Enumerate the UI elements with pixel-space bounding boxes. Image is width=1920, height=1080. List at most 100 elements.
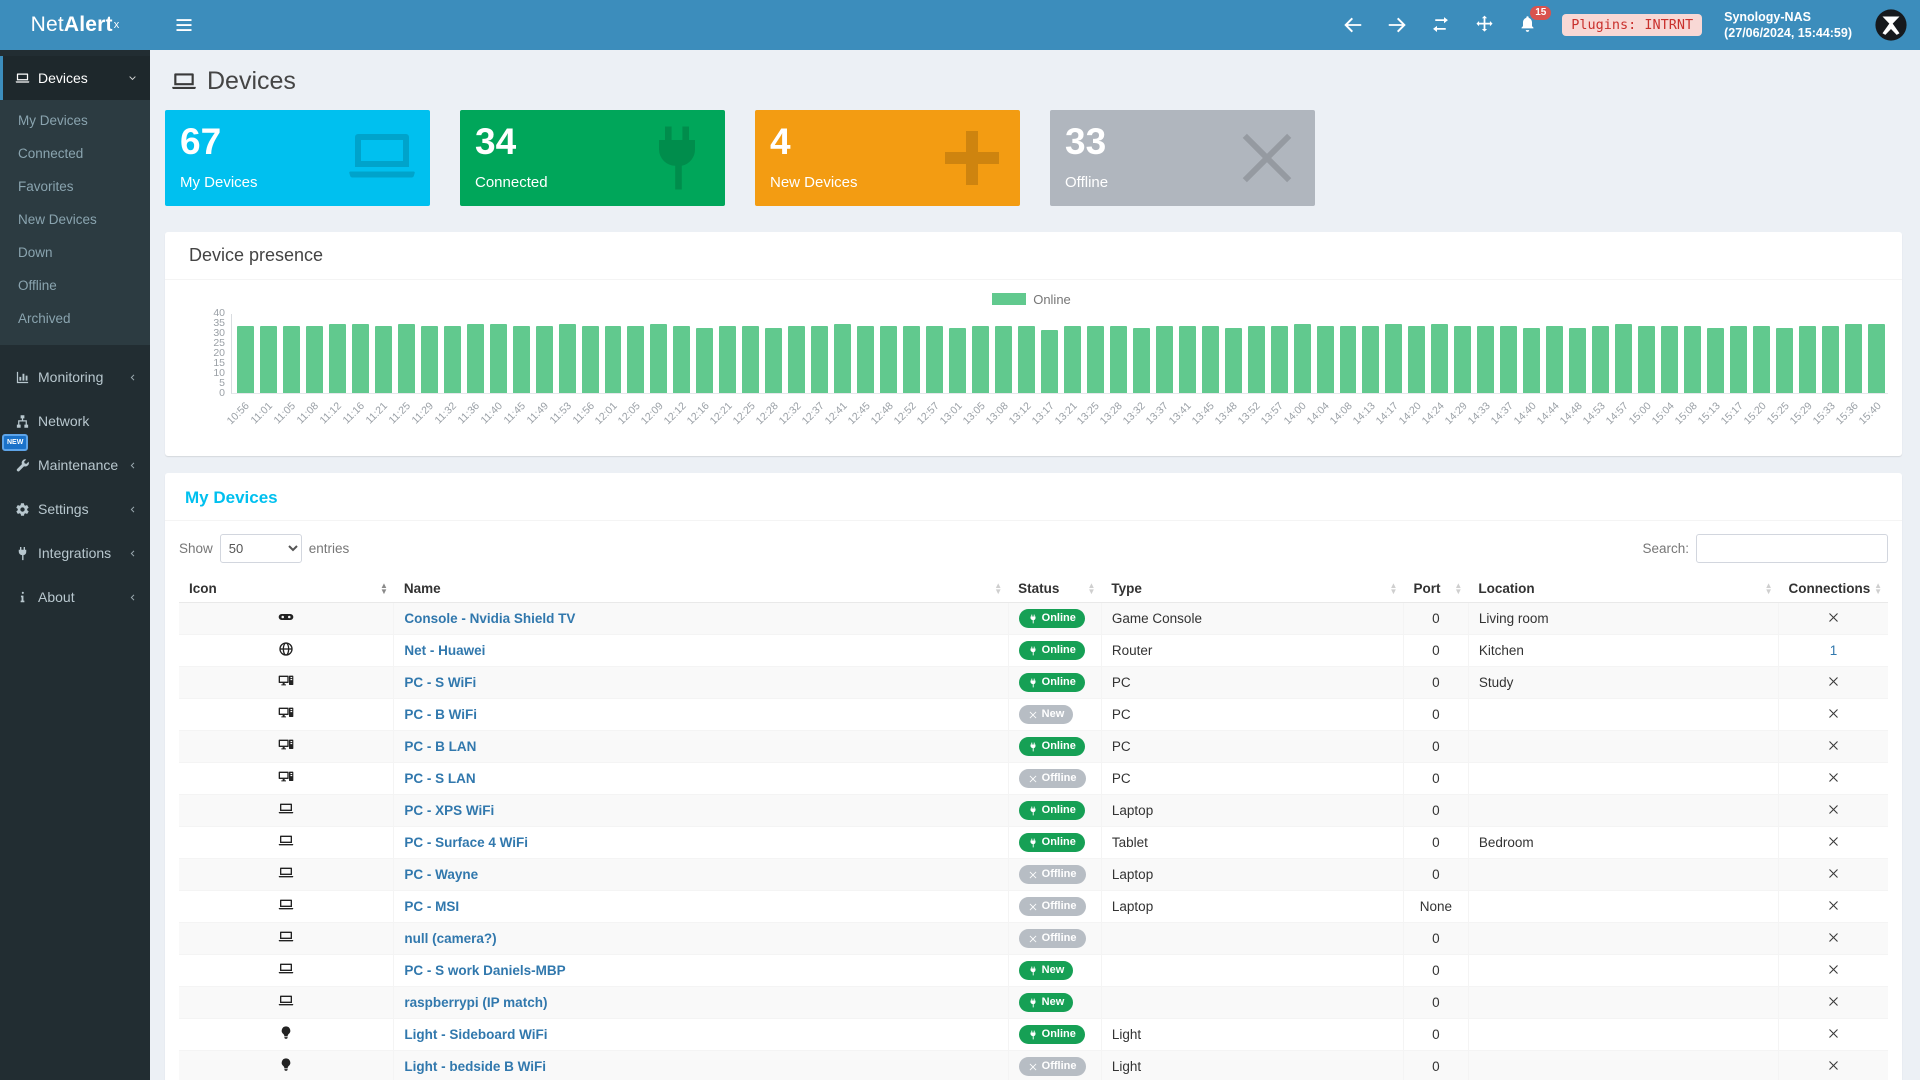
sidebar-item-integrations[interactable]: Integrations xyxy=(0,531,150,575)
chart-bar xyxy=(1179,326,1196,393)
sidebar-subitem-my-devices[interactable]: My Devices xyxy=(0,104,150,137)
connections-count-link[interactable]: 1 xyxy=(1830,643,1838,658)
plugins-status-badge[interactable]: Plugins: INTRNT xyxy=(1562,14,1702,36)
plug-icon xyxy=(1028,1030,1038,1040)
sidebar-subitem-archived[interactable]: Archived xyxy=(0,302,150,335)
device-type: Game Console xyxy=(1101,603,1403,635)
column-header-name[interactable]: Name▲▼ xyxy=(394,575,1008,603)
device-name-link[interactable]: PC - B WiFi xyxy=(404,707,477,722)
sidebar-item-about[interactable]: About xyxy=(0,575,150,619)
column-header-type[interactable]: Type▲▼ xyxy=(1101,575,1403,603)
device-name-link[interactable]: Net - Huawei xyxy=(404,643,485,658)
refresh-button[interactable] xyxy=(1430,14,1452,36)
nav-forward-button[interactable] xyxy=(1386,14,1408,36)
plug-icon xyxy=(641,122,713,194)
chart-bar xyxy=(1707,328,1724,393)
chart-bar xyxy=(605,326,622,393)
device-name-link[interactable]: PC - MSI xyxy=(404,899,459,914)
sidebar-subitem-down[interactable]: Down xyxy=(0,236,150,269)
device-type: Laptop xyxy=(1101,891,1403,923)
column-header-port[interactable]: Port▲▼ xyxy=(1403,575,1468,603)
laptop-icon xyxy=(278,929,294,945)
chart-bar xyxy=(673,326,690,393)
chevron-left-icon xyxy=(127,460,138,471)
chart-bar xyxy=(834,324,851,393)
desktop-icon xyxy=(278,673,294,689)
chart-bar xyxy=(490,324,507,393)
chart-bar xyxy=(1431,324,1448,393)
chart-bars xyxy=(231,314,1888,394)
column-header-status[interactable]: Status▲▼ xyxy=(1008,575,1101,603)
device-name-link[interactable]: PC - S LAN xyxy=(404,771,475,786)
sidebar-subitem-connected[interactable]: Connected xyxy=(0,137,150,170)
column-header-icon[interactable]: Icon▲▼ xyxy=(179,575,394,603)
sidebar-subitem-offline[interactable]: Offline xyxy=(0,269,150,302)
chart-legend[interactable]: Online xyxy=(175,288,1888,310)
chart-bar xyxy=(926,326,943,393)
summary-card-my-devices[interactable]: 67My Devices xyxy=(165,110,430,206)
device-location xyxy=(1468,731,1778,763)
desktop-icon xyxy=(278,737,294,753)
sidebar-item-monitoring[interactable]: Monitoring xyxy=(0,355,150,399)
no-connections-icon xyxy=(1827,1059,1840,1072)
nav-back-button[interactable] xyxy=(1342,14,1364,36)
page-length-select[interactable]: 50 xyxy=(220,534,302,563)
sidebar-item-settings[interactable]: Settings xyxy=(0,487,150,531)
app-logo[interactable]: NetAlertx xyxy=(0,0,150,50)
column-header-location[interactable]: Location▲▼ xyxy=(1468,575,1778,603)
device-name-link[interactable]: PC - S WiFi xyxy=(404,675,476,690)
device-name-link[interactable]: PC - B LAN xyxy=(404,739,476,754)
device-port: 0 xyxy=(1403,923,1468,955)
summary-card-offline[interactable]: 33Offline xyxy=(1050,110,1315,206)
device-name-link[interactable]: Light - Sideboard WiFi xyxy=(404,1027,547,1042)
times-icon xyxy=(1028,774,1038,784)
chart-bar xyxy=(536,326,553,393)
avatar-logo-icon xyxy=(1874,8,1908,42)
device-connections xyxy=(1779,667,1889,699)
chart-bar xyxy=(559,324,576,393)
sidebar-toggle-button[interactable] xyxy=(164,0,204,50)
sidebar-item-devices[interactable]: Devices xyxy=(0,56,150,100)
device-name-link[interactable]: Console - Nvidia Shield TV xyxy=(404,611,575,626)
device-port: 0 xyxy=(1403,667,1468,699)
sidebar-subitem-favorites[interactable]: Favorites xyxy=(0,170,150,203)
move-layout-button[interactable] xyxy=(1474,14,1496,36)
device-name-link[interactable]: null (camera?) xyxy=(404,931,496,946)
device-port: 0 xyxy=(1403,795,1468,827)
status-badge: Offline xyxy=(1019,929,1086,948)
times-icon xyxy=(1028,870,1038,880)
device-name-link[interactable]: raspberrypi (IP match) xyxy=(404,995,547,1010)
sidebar-item-maintenance[interactable]: MaintenanceNEW xyxy=(0,443,150,487)
status-badge: Online xyxy=(1019,641,1085,660)
table-row: null (camera?) Offline 0 xyxy=(179,923,1888,955)
new-feature-badge: NEW xyxy=(2,434,28,451)
summary-card-new-devices[interactable]: 4New Devices xyxy=(755,110,1020,206)
search-input[interactable] xyxy=(1696,534,1888,563)
devices-table: Icon▲▼Name▲▼Status▲▼Type▲▼Port▲▼Location… xyxy=(179,575,1888,1080)
device-name-link[interactable]: PC - XPS WiFi xyxy=(404,803,494,818)
device-name-link[interactable]: PC - Surface 4 WiFi xyxy=(404,835,528,850)
column-header-connections[interactable]: Connections▲▼ xyxy=(1779,575,1889,603)
device-name-link[interactable]: PC - Wayne xyxy=(404,867,478,882)
plus-icon xyxy=(936,122,1008,194)
user-avatar[interactable] xyxy=(1874,8,1908,42)
device-connections xyxy=(1779,699,1889,731)
column-label: Type xyxy=(1111,581,1142,596)
sidebar-subitem-new-devices[interactable]: New Devices xyxy=(0,203,150,236)
notifications-button[interactable]: 15 xyxy=(1518,14,1540,36)
device-port: None xyxy=(1403,891,1468,923)
no-connections-icon xyxy=(1827,803,1840,816)
device-connections xyxy=(1779,923,1889,955)
device-name-link[interactable]: PC - S work Daniels-MBP xyxy=(404,963,565,978)
device-connections xyxy=(1779,603,1889,635)
device-location xyxy=(1468,891,1778,923)
status-label: Online xyxy=(1042,644,1076,657)
sort-icon: ▲▼ xyxy=(1454,583,1462,595)
device-port: 0 xyxy=(1403,699,1468,731)
summary-card-connected[interactable]: 34Connected xyxy=(460,110,725,206)
column-label: Location xyxy=(1478,581,1534,596)
brand-prefix: Net xyxy=(31,13,64,37)
arrow-right-icon xyxy=(1386,14,1408,36)
device-name-link[interactable]: Light - bedside B WiFi xyxy=(404,1059,546,1074)
host-name: Synology-NAS xyxy=(1724,9,1852,25)
